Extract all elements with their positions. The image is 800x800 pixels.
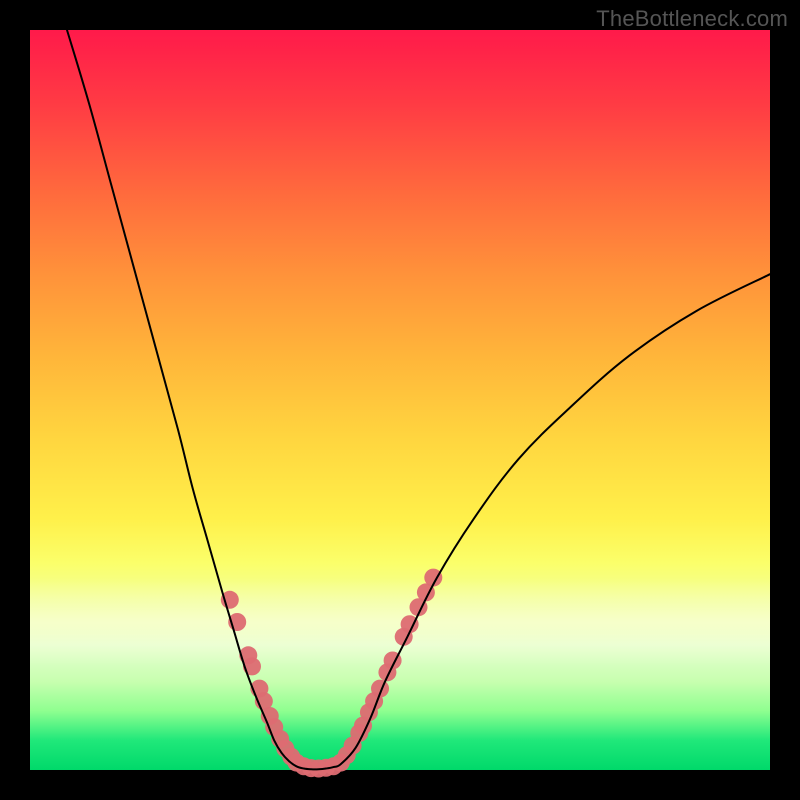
watermark-text: TheBottleneck.com (596, 6, 788, 32)
plot-area (30, 30, 770, 770)
data-dot (243, 657, 261, 675)
chart-frame: TheBottleneck.com (0, 0, 800, 800)
bottleneck-curve (67, 30, 770, 769)
curve-lines (67, 30, 770, 769)
dot-clusters (221, 569, 442, 778)
chart-svg (30, 30, 770, 770)
